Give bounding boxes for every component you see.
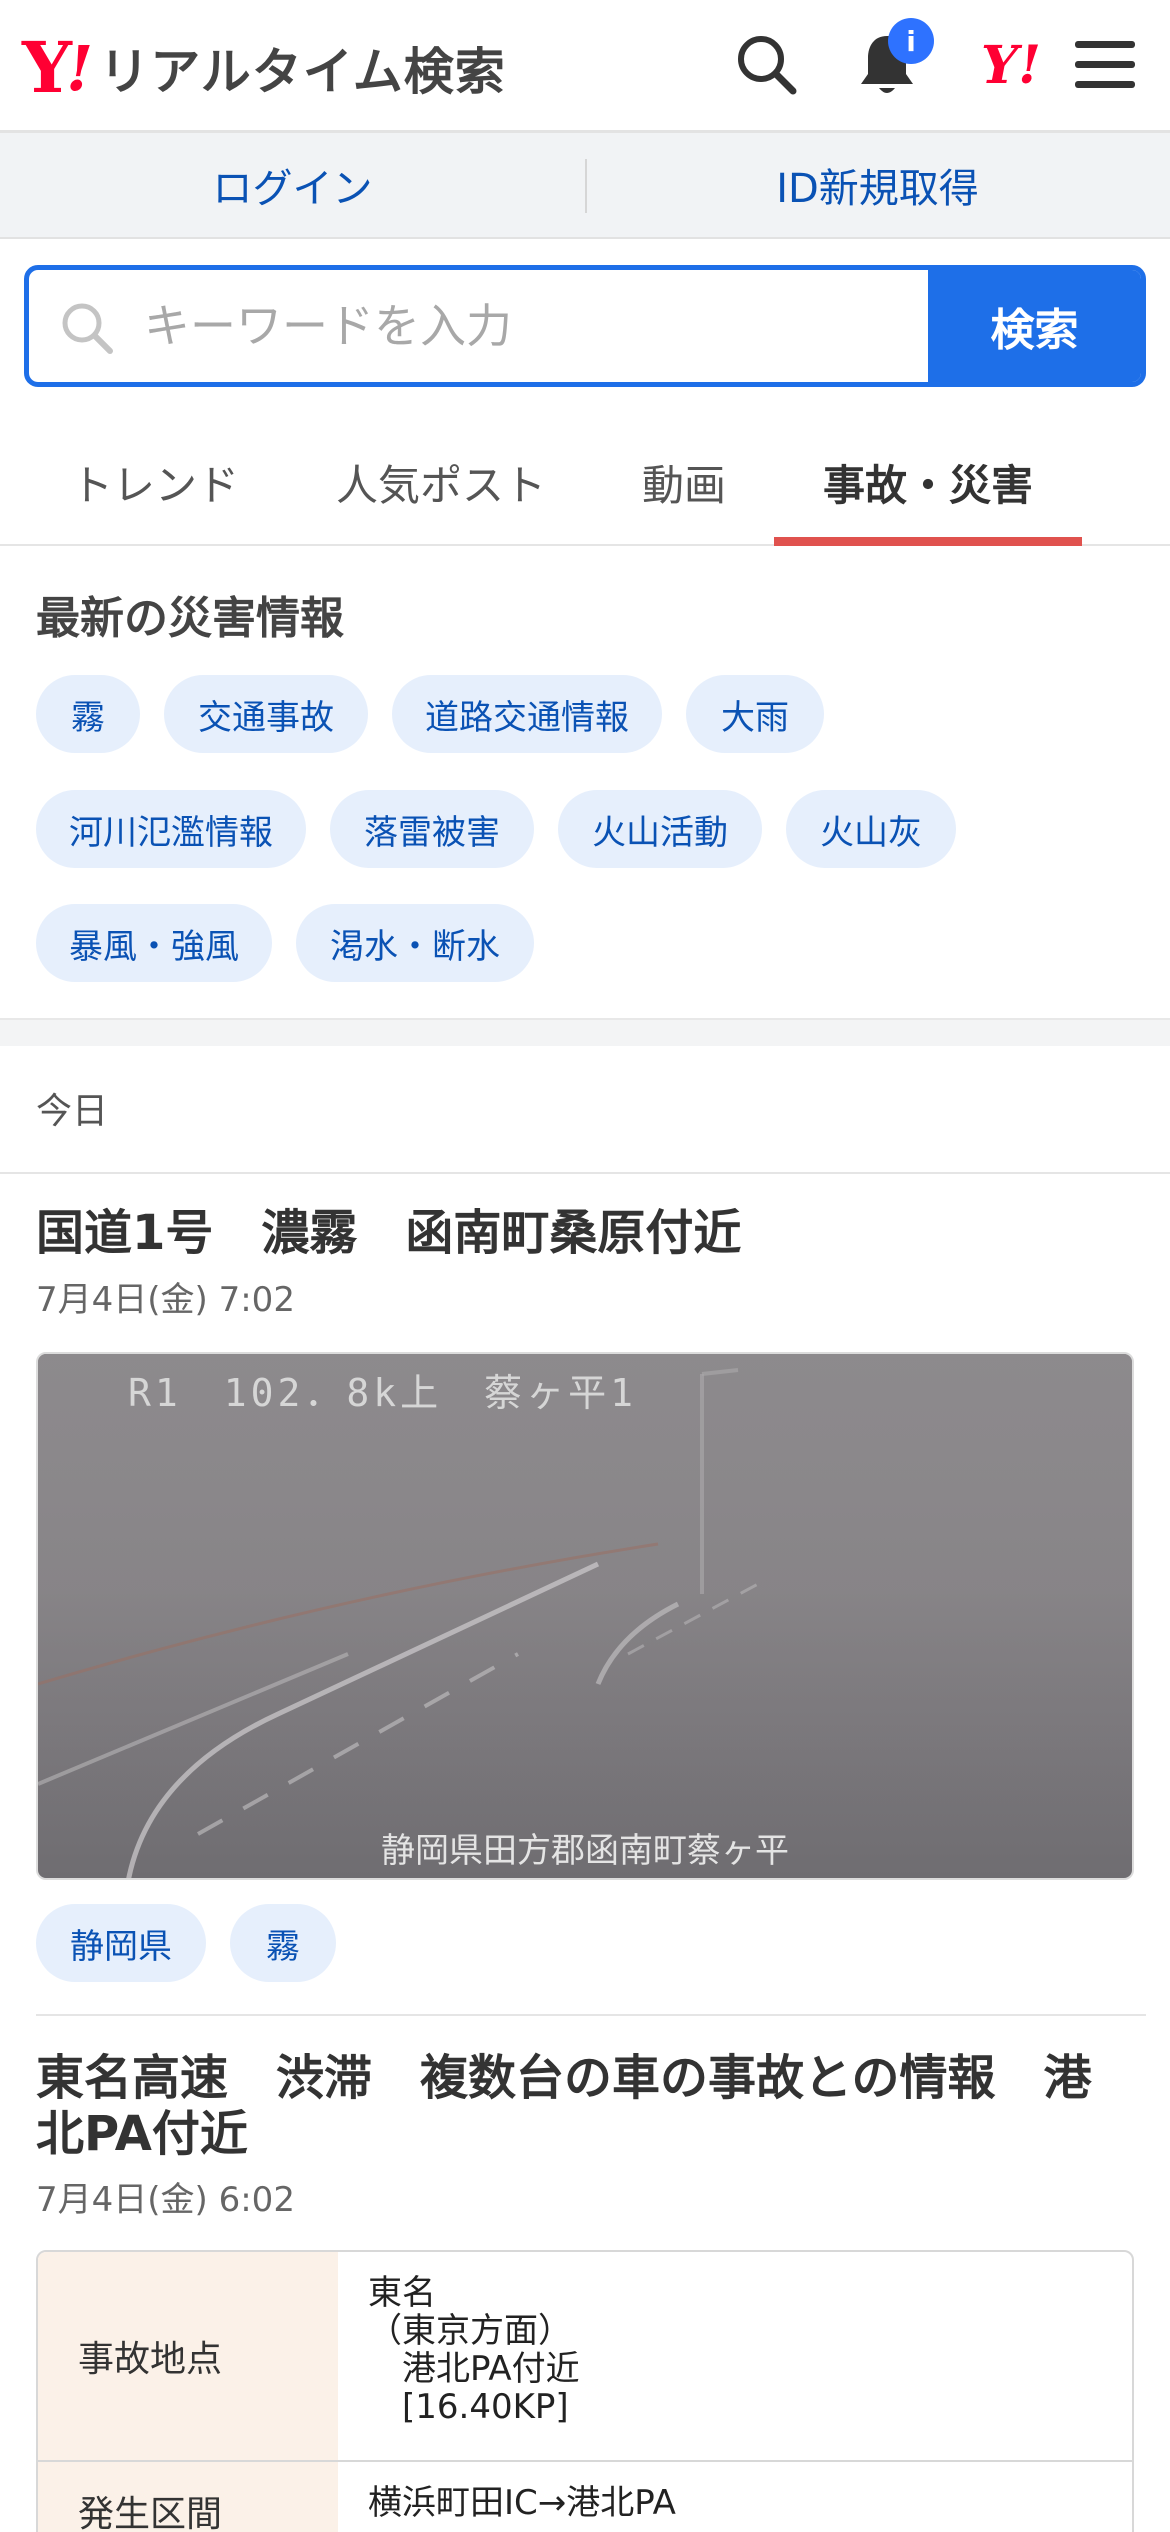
category-tabs: トレンド 人気ポスト 動画 事故・災害 [0,420,1170,546]
disaster-section-title: 最新の災害情報 [36,593,344,644]
search-field-icon [62,303,113,354]
yahoo-realtime-logo[interactable]: Y ! リアルタイム検索 [22,28,506,108]
chip-lightning-damage[interactable]: 落雷被害 [330,790,534,868]
chip-volcanic-activity[interactable]: 火山活動 [558,790,762,868]
chip-traffic-accident[interactable]: 交通事故 [164,675,368,753]
table-cell-location: 東名 （東京方面） 港北PA付近 [16.40KP] [338,2252,1132,2460]
notification-bell-icon[interactable]: i [852,18,934,100]
logo-title: リアルタイム検索 [99,43,506,101]
menu-icon[interactable] [1070,30,1140,100]
day-divider [0,1172,1170,1174]
camera-overlay-top: R1 102．8k上 蔡ヶ平1 [128,1371,638,1415]
day-label: 今日 [36,1091,109,1132]
chip-volcanic-ash[interactable]: 火山灰 [786,790,956,868]
location-line: （東京方面） [368,2311,572,2351]
chip-strong-wind[interactable]: 暴風・強風 [36,904,272,982]
section-divider [0,1018,1170,1046]
camera-overlay-bottom: 静岡県田方郡函南町蔡ヶ平 [381,1831,789,1871]
table-row: 発生区間 横浜町田IC→港北PA [38,2462,1132,2532]
article-title[interactable]: 東名高速 渋滞 複数台の車の事故との情報 港北PA付近 [36,2050,1136,2162]
table-cell-section: 横浜町田IC→港北PA [338,2462,1132,2532]
chip-water-shortage[interactable]: 渇水・断水 [296,904,534,982]
notification-badge: i [888,18,934,64]
chip-fog[interactable]: 霧 [36,675,140,753]
chip-heavy-rain[interactable]: 大雨 [686,675,824,753]
search-input[interactable] [144,270,944,382]
tab-popular-posts[interactable]: 人気ポスト [318,420,564,544]
login-link[interactable]: ログイン [0,133,585,237]
table-row: 事故地点 東名 （東京方面） 港北PA付近 [16.40KP] [38,2252,1132,2462]
incident-table: 事故地点 東名 （東京方面） 港北PA付近 [16.40KP] 発生区間 横浜町… [36,2250,1134,2532]
logo-y: Y [22,26,72,109]
tag-fog[interactable]: 霧 [230,1904,336,1982]
tab-videos[interactable]: 動画 [614,420,754,544]
camera-image[interactable]: R1 102．8k上 蔡ヶ平1 静岡県田方郡函南町蔡ヶ平 [36,1352,1134,1880]
search-icon[interactable] [732,30,802,100]
chip-river-flood[interactable]: 河川氾濫情報 [36,790,306,868]
location-line: [16.40KP] [368,2387,569,2427]
logo-exclamation: ! [65,31,94,105]
location-line: 東名 [368,2273,436,2313]
header: Y ! リアルタイム検索 i Y! [0,0,1170,133]
login-bar: ログイン ID新規取得 [0,133,1170,239]
article-title[interactable]: 国道1号 濃霧 函南町桑原付近 [36,1205,1136,1261]
tag-shizuoka[interactable]: 静岡県 [36,1904,206,1982]
table-header-section: 発生区間 [38,2462,338,2532]
section-line: 横浜町田IC→港北PA [368,2483,676,2523]
article-time: 7月4日(金) 7:02 [36,1280,295,1320]
table-header-location: 事故地点 [38,2252,338,2460]
login-bar-divider [585,159,587,213]
foggy-road-scene [38,1354,1132,1878]
tab-trend[interactable]: トレンド [40,420,270,544]
article-time: 7月4日(金) 6:02 [36,2180,295,2220]
article-divider [36,2014,1146,2016]
location-line: 港北PA付近 [368,2349,580,2389]
tab-accident-disaster[interactable]: 事故・災害 [774,420,1082,546]
yahoo-mark-icon[interactable]: Y! [966,30,1056,100]
search-box: 検索 [24,265,1146,387]
search-button[interactable]: 検索 [928,270,1141,382]
yahoo-mark: Y! [981,34,1041,96]
register-link[interactable]: ID新規取得 [585,133,1170,237]
chip-road-traffic-info[interactable]: 道路交通情報 [392,675,662,753]
